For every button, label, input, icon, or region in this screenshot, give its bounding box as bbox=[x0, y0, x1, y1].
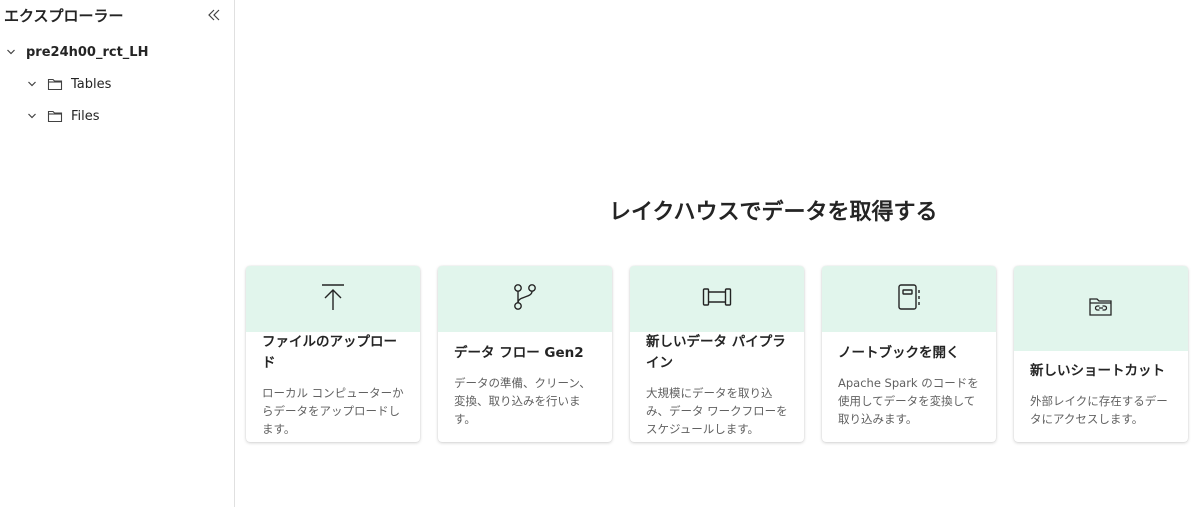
sidebar-header: エクスプローラー bbox=[0, 0, 234, 30]
chevron-down-icon[interactable] bbox=[25, 77, 39, 91]
upload-icon bbox=[320, 282, 346, 316]
card-body: ファイルのアップロード ローカル コンピューターからデータをアップロードします。 bbox=[246, 332, 420, 442]
shortcut-folder-icon bbox=[1088, 296, 1114, 322]
explorer-tree: pre24h00_rct_LH Tables Files bbox=[0, 36, 234, 132]
card-body: 新しいデータ パイプライン 大規模にデータを取り込み、データ ワークフローをスケ… bbox=[630, 332, 804, 442]
chevron-down-icon[interactable] bbox=[25, 109, 39, 123]
tree-item-files[interactable]: Files bbox=[0, 100, 234, 132]
folder-icon bbox=[47, 108, 63, 124]
card-icon-area bbox=[822, 266, 996, 332]
card-icon-area bbox=[1014, 266, 1188, 351]
card-description: データの準備、クリーン、変換、取り込みを行います。 bbox=[454, 376, 591, 426]
app-window: エクスプローラー pre24h00_rct_LH Tables Files レイ… bbox=[0, 0, 1200, 507]
card-title: ノートブックを開く bbox=[838, 345, 960, 361]
sidebar-title: エクスプローラー bbox=[4, 6, 124, 25]
pipeline-icon bbox=[702, 286, 732, 312]
explorer-sidebar: エクスプローラー pre24h00_rct_LH Tables Files bbox=[0, 0, 235, 507]
branch-icon bbox=[512, 283, 538, 315]
double-chevron-left-icon[interactable] bbox=[204, 5, 224, 25]
folder-icon bbox=[47, 76, 63, 92]
card-icon-area bbox=[438, 266, 612, 332]
new-data-pipeline-card[interactable]: 新しいデータ パイプライン 大規模にデータを取り込み、データ ワークフローをスケ… bbox=[630, 266, 804, 442]
card-description: 外部レイクに存在するデータにアクセスします。 bbox=[1030, 394, 1168, 426]
card-icon-area bbox=[630, 266, 804, 332]
tree-item-label: Files bbox=[71, 108, 100, 124]
upload-files-card[interactable]: ファイルのアップロード ローカル コンピューターからデータをアップロードします。 bbox=[246, 266, 420, 442]
get-data-cards: ファイルのアップロード ローカル コンピューターからデータをアップロードします。 bbox=[246, 266, 1188, 442]
card-title: 新しいデータ パイプライン bbox=[646, 334, 786, 371]
tree-item-tables[interactable]: Tables bbox=[0, 68, 234, 100]
page-title: レイクハウスでデータを取得する bbox=[609, 200, 938, 225]
card-icon-area bbox=[246, 266, 420, 332]
card-body: データ フロー Gen2 データの準備、クリーン、変換、取り込みを行います。 bbox=[438, 332, 612, 442]
dataflow-gen2-card[interactable]: データ フロー Gen2 データの準備、クリーン、変換、取り込みを行います。 bbox=[438, 266, 612, 442]
new-shortcut-card[interactable]: 新しいショートカット 外部レイクに存在するデータにアクセスします。 bbox=[1014, 266, 1188, 442]
card-description: 大規模にデータを取り込み、データ ワークフローをスケジュールします。 bbox=[646, 386, 788, 436]
card-title: ファイルのアップロード bbox=[262, 334, 397, 371]
open-notebook-card[interactable]: ノートブックを開く Apache Spark のコードを使用してデータを変換して… bbox=[822, 266, 996, 442]
card-description: Apache Spark のコードを使用してデータを変換して取り込みます。 bbox=[838, 376, 979, 426]
chevron-down-icon[interactable] bbox=[4, 45, 18, 59]
card-body: 新しいショートカット 外部レイクに存在するデータにアクセスします。 bbox=[1014, 351, 1188, 442]
card-title: 新しいショートカット bbox=[1030, 363, 1165, 379]
card-title: データ フロー Gen2 bbox=[454, 345, 584, 361]
tree-item-label: pre24h00_rct_LH bbox=[26, 44, 149, 60]
card-description: ローカル コンピューターからデータをアップロードします。 bbox=[262, 386, 404, 436]
main-content: レイクハウスでデータを取得する ファイルのアップロード ローカル コンピューター bbox=[235, 0, 1200, 507]
tree-item-lakehouse[interactable]: pre24h00_rct_LH bbox=[0, 36, 234, 68]
card-body: ノートブックを開く Apache Spark のコードを使用してデータを変換して… bbox=[822, 332, 996, 442]
tree-item-label: Tables bbox=[71, 76, 112, 92]
notebook-icon bbox=[896, 283, 922, 315]
